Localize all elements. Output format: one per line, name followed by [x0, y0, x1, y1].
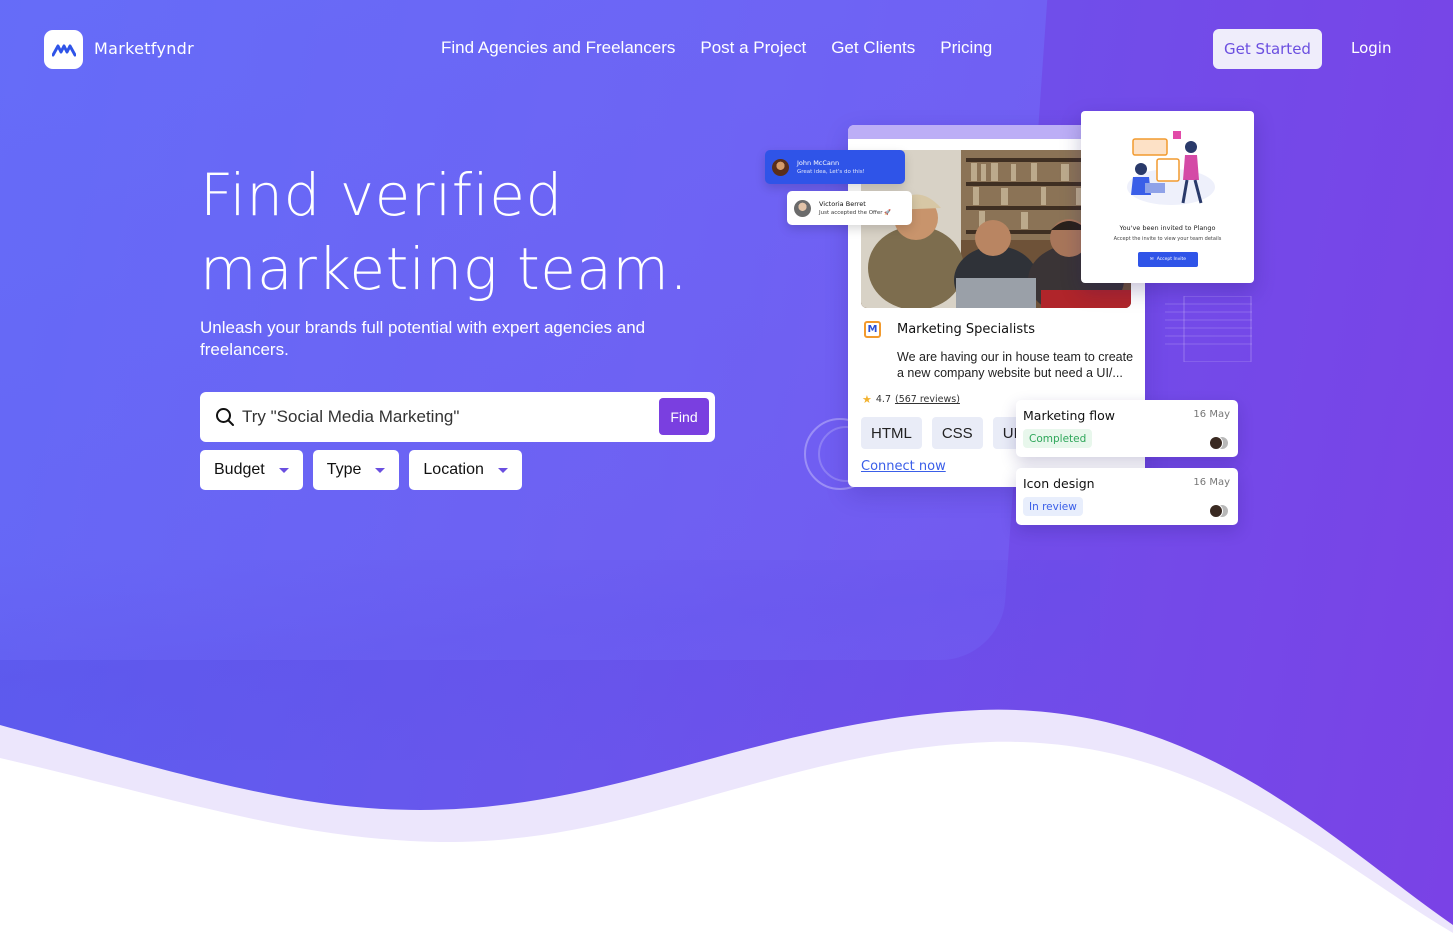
accept-invite-label: Accept Invite — [1156, 257, 1187, 262]
budget-filter-dropdown[interactable]: Budget — [200, 450, 303, 490]
chat-sender-name: Victoria Berret — [819, 199, 866, 208]
nav-link-post-project[interactable]: Post a Project — [700, 38, 806, 58]
headline-line-2: marketing team. — [200, 235, 689, 303]
hero-subheading: Unleash your brands full potential with … — [200, 318, 646, 359]
chat-message: Just accepted the Offer 🚀 — [819, 209, 892, 216]
chat-bubble-victoria: Victoria Berret Just accepted the Offer … — [787, 191, 912, 225]
chevron-down-icon — [375, 467, 386, 473]
search-icon — [216, 408, 234, 426]
nav-link-get-clients[interactable]: Get Clients — [831, 38, 915, 58]
brand-name[interactable]: Marketfyndr — [94, 39, 194, 58]
type-filter-dropdown[interactable]: Type — [312, 450, 400, 490]
avatar — [772, 158, 789, 176]
get-started-button[interactable]: Get Started — [1213, 29, 1322, 69]
bottom-wave — [0, 709, 1453, 933]
hero-section: Marketfyndr Find Agencies and Freelancer… — [0, 0, 1453, 933]
location-filter-dropdown[interactable]: Location — [409, 450, 522, 490]
task-title: Marketing flow — [1023, 408, 1116, 423]
accept-invite-button[interactable]: ✉ Accept Invite — [1138, 252, 1198, 267]
mail-icon: ✉ — [1149, 257, 1154, 262]
star-icon: ★ — [862, 393, 872, 406]
nav-link-find-agencies[interactable]: Find Agencies and Freelancers — [441, 38, 675, 58]
card-title-row: M Marketing Specialists — [864, 321, 1035, 338]
chevron-down-icon — [497, 467, 508, 473]
status-badge: In review — [1023, 497, 1083, 516]
connect-now-link[interactable]: Connect now — [861, 459, 946, 474]
invite-card: You've been invited to Plango Accept the… — [1081, 111, 1254, 283]
skill-tag: HTML — [861, 417, 922, 449]
filter-label: Budget — [214, 461, 265, 478]
search-bar: Find — [200, 392, 715, 442]
assignee-avatars — [1209, 504, 1229, 518]
headline-line-1: Find verified — [200, 161, 563, 229]
search-input[interactable] — [242, 402, 642, 432]
task-title: Icon design — [1023, 476, 1095, 491]
chevron-down-icon — [278, 467, 289, 473]
task-date: 16 May — [1193, 409, 1230, 420]
reviews-link[interactable]: (567 reviews) — [895, 394, 960, 405]
invite-illustration — [1127, 131, 1215, 205]
company-logo-icon: M — [864, 321, 881, 338]
chat-message: Great idea, Let's do this! — [797, 168, 865, 175]
chat-bubble-john: John McCann Great idea, Let's do this! — [765, 150, 905, 184]
invite-title: You've been invited to Plango — [1119, 224, 1216, 232]
card-description: We are having our in house team to creat… — [897, 350, 1134, 380]
rating-value: 4.7 — [875, 394, 891, 405]
nav-link-pricing[interactable]: Pricing — [940, 38, 992, 58]
card-rating: ★ 4.7 (567 reviews) — [862, 393, 960, 406]
decorative-grid — [1165, 296, 1252, 362]
login-link[interactable]: Login — [1351, 39, 1391, 57]
task-card-marketing-flow: Marketing flow 16 May Completed — [1016, 400, 1238, 457]
chat-sender-name: John McCann — [797, 158, 840, 167]
nav-links: Find Agencies and Freelancers Post a Pro… — [441, 38, 992, 58]
find-button[interactable]: Find — [659, 398, 709, 435]
invite-subtitle: Accept the invite to view your team deta… — [1113, 236, 1222, 242]
skill-tag: CSS — [931, 417, 983, 449]
logo-icon[interactable] — [44, 30, 83, 69]
assignee-avatars — [1209, 436, 1229, 450]
card-title: Marketing Specialists — [897, 322, 1036, 337]
status-badge: Completed — [1023, 429, 1093, 448]
task-card-icon-design: Icon design 16 May In review — [1016, 468, 1238, 525]
skill-tags: HTML CSS UI — [861, 417, 1028, 449]
filter-label: Type — [326, 461, 362, 478]
filter-label: Location — [423, 461, 484, 478]
avatar — [794, 199, 811, 217]
hero-headline: Find verified marketing team. — [200, 158, 760, 306]
filter-row: Budget Type Location — [200, 450, 522, 490]
task-date: 16 May — [1193, 477, 1230, 488]
top-navigation: Marketfyndr Find Agencies and Freelancer… — [0, 0, 1453, 98]
